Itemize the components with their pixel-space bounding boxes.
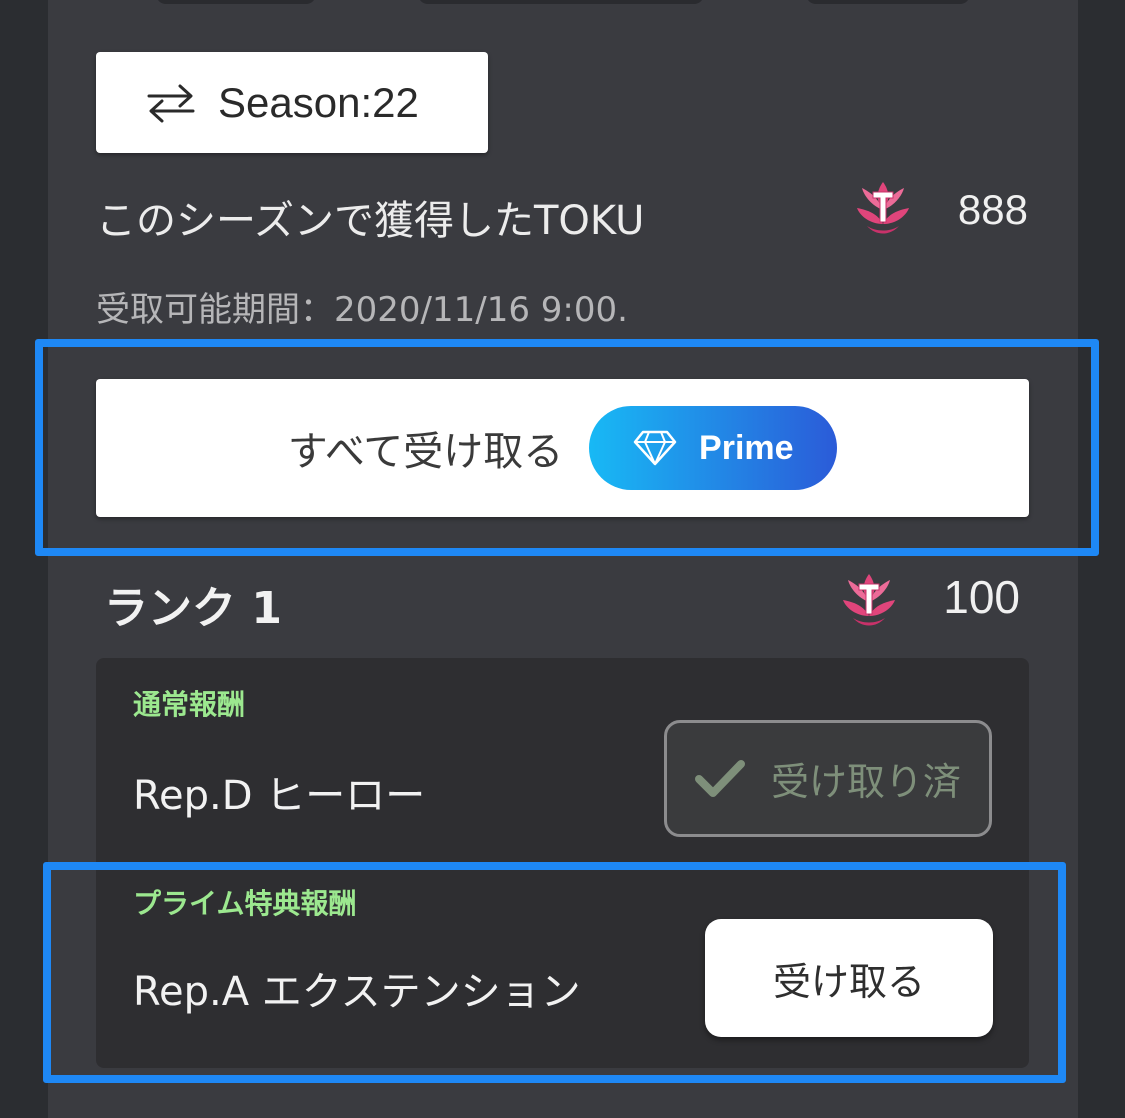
top-tab-left[interactable] (156, 0, 316, 4)
normal-reward-category: 通常報酬 (133, 688, 246, 721)
prime-badge: Prime (589, 406, 838, 490)
season-label: Season:22 (218, 78, 419, 126)
earned-toku-value: 888 (957, 186, 1028, 233)
claim-period-text: 受取可能期間：2020/11/16 9:00. (96, 290, 628, 330)
diamond-icon (633, 430, 677, 466)
earned-toku-row: このシーズンで獲得したTOKU 888 (96, 180, 1028, 244)
top-tab-right[interactable] (806, 0, 970, 4)
rank-title: ランク 1 (104, 583, 282, 634)
claim-reward-button[interactable]: 受け取る (705, 919, 993, 1037)
check-icon (694, 759, 745, 797)
toku-lotus-icon (857, 182, 909, 234)
rank-row: ランク 1 100 (104, 568, 1020, 634)
toku-lotus-icon (843, 574, 895, 626)
swap-arrows-icon (147, 84, 195, 122)
season-switch-button[interactable]: Season:22 (96, 52, 488, 153)
earned-toku-label: このシーズンで獲得したTOKU (96, 198, 645, 244)
prime-reward-name: Rep.A エクステンション (133, 969, 581, 1015)
prime-label: Prime (699, 428, 794, 467)
rank-toku-value: 100 (943, 571, 1020, 623)
claim-all-button[interactable]: すべて受け取る Prime (96, 379, 1029, 517)
received-label: 受け取り済 (770, 760, 961, 804)
normal-reward-name: Rep.D ヒーロー (133, 773, 426, 819)
claim-reward-label: 受け取る (772, 959, 925, 1004)
received-status-button: 受け取り済 (664, 720, 992, 837)
top-tab-center[interactable] (418, 0, 704, 4)
prime-reward-category: プライム特典報酬 (133, 887, 357, 920)
claim-all-label: すべて受け取る (287, 429, 564, 475)
